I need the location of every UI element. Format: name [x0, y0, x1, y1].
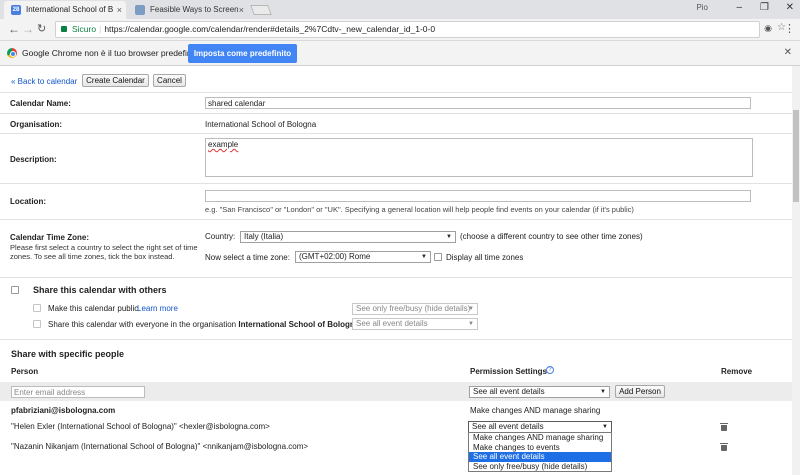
person-owner: pfabriziani@isbologna.com — [11, 406, 116, 415]
time-zone-label: Calendar Time Zone: — [10, 233, 89, 242]
eye-icon[interactable]: ◉ — [764, 23, 772, 34]
permission-owner: Make changes AND manage sharing — [470, 406, 601, 415]
forward-arrow-icon[interactable]: → — [22, 22, 34, 36]
tab-calendar[interactable]: 28 International School of B × — [4, 1, 126, 19]
time-zone-select-label: Now select a time zone: — [205, 253, 290, 262]
maximize-icon[interactable]: ❐ — [760, 2, 769, 13]
divider — [0, 183, 792, 184]
divider — [0, 219, 792, 220]
url-text: https://calendar.google.com/calendar/ren… — [104, 24, 436, 34]
share-org-label: Share this calendar with everyone in the… — [48, 320, 360, 329]
dropdown-arrow-icon: ▼ — [421, 254, 427, 260]
description-label: Description: — [10, 155, 57, 164]
share-calendar-checkbox[interactable] — [11, 286, 19, 294]
option-free-busy[interactable]: See only free/busy (hide details) — [469, 462, 611, 472]
learn-more-link[interactable]: Learn more — [137, 304, 178, 313]
country-label: Country: — [205, 232, 236, 241]
col-person: Person — [11, 367, 39, 376]
calendar-details-page: « Back to calendar Create Calendar Cance… — [0, 66, 792, 475]
default-browser-infobar: Google Chrome non è il tuo browser prede… — [0, 41, 800, 66]
divider — [0, 113, 792, 114]
add-person-row: Enter email address See all event detail… — [0, 382, 792, 401]
dropdown-arrow-icon: ▼ — [468, 306, 474, 312]
chrome-icon — [7, 48, 17, 58]
secure-label: Sicuro — [72, 24, 97, 34]
org-name: International School of Bologna — [238, 320, 360, 329]
reload-icon[interactable]: ↻ — [37, 22, 46, 35]
organisation-value: International School of Bologna — [205, 120, 317, 129]
country-hint: (choose a different country to see other… — [460, 232, 643, 241]
organisation-label: Organisation: — [10, 120, 63, 129]
lock-icon — [61, 26, 67, 32]
address-bar-row: ← → ↻ Sicuro | https://calendar.google.com… — [0, 19, 800, 41]
time-zone-select[interactable]: (GMT+02:00) Rome ▼ — [295, 251, 431, 263]
tab-strip: 28 International School of B × Feasible … — [0, 0, 800, 19]
option-make-changes[interactable]: Make changes to events — [469, 443, 611, 453]
minimize-icon[interactable]: – — [736, 2, 742, 13]
menu-dots-icon[interactable]: ⋮ — [784, 22, 795, 35]
location-label: Location: — [10, 197, 46, 206]
calendar-name-label: Calendar Name: — [10, 99, 71, 108]
display-all-time-zones-label: Display all time zones — [446, 253, 524, 262]
add-permission-select[interactable]: See all event details ▼ — [469, 386, 610, 398]
cancel-button[interactable]: Cancel — [153, 74, 186, 87]
dropdown-arrow-icon: ▼ — [468, 321, 474, 327]
col-remove: Remove — [721, 367, 753, 376]
close-infobar-icon[interactable]: ✕ — [784, 47, 792, 58]
share-org-checkbox[interactable] — [33, 320, 41, 328]
create-calendar-button[interactable]: Create Calendar — [82, 74, 149, 87]
email-input[interactable]: Enter email address — [11, 386, 145, 398]
close-tab-icon[interactable]: × — [239, 1, 244, 19]
divider — [0, 92, 792, 93]
option-manage-sharing[interactable]: Make changes AND manage sharing — [469, 433, 611, 443]
close-window-icon[interactable]: ✕ — [786, 2, 794, 13]
tab-title: Feasible Ways to Screen — [150, 5, 239, 14]
page-scrollbar[interactable] — [792, 66, 800, 475]
person-helen: "Helen Exler (International School of Bo… — [11, 422, 270, 431]
option-see-all-details[interactable]: See all event details — [469, 452, 611, 462]
close-tab-icon[interactable]: × — [117, 1, 122, 19]
trash-icon[interactable] — [720, 443, 728, 451]
description-text: example — [208, 140, 239, 149]
trash-icon[interactable] — [720, 423, 728, 431]
make-public-checkbox[interactable] — [33, 304, 41, 312]
description-textarea[interactable]: example — [205, 138, 753, 177]
dropdown-arrow-icon: ▼ — [600, 389, 606, 395]
back-to-calendar-link[interactable]: « Back to calendar — [11, 77, 77, 86]
dropdown-arrow-icon: ▼ — [446, 234, 452, 240]
divider — [0, 339, 792, 340]
tab-title: International School of B — [26, 5, 114, 14]
tab-feasible-ways[interactable]: Feasible Ways to Screen × — [128, 1, 248, 19]
time-zone-description: Please first select a country to select … — [10, 243, 198, 261]
help-icon[interactable]: ? — [546, 366, 554, 374]
profile-name[interactable]: Pio — [696, 3, 708, 12]
public-permission-select[interactable]: See only free/busy (hide details) ▼ — [352, 303, 478, 315]
divider — [0, 277, 792, 278]
divider — [0, 133, 792, 134]
dropdown-arrow-icon: ▼ — [602, 424, 608, 430]
share-calendar-title: Share this calendar with others — [33, 285, 167, 295]
back-arrow-icon[interactable]: ← — [8, 22, 20, 36]
location-input[interactable] — [205, 190, 751, 202]
make-public-label: Make this calendar public — [48, 304, 139, 313]
country-select[interactable]: Italy (Italia) ▼ — [240, 231, 456, 243]
calendar-name-input[interactable]: shared calendar — [205, 97, 751, 109]
scrollbar-thumb[interactable] — [793, 110, 799, 202]
org-permission-select[interactable]: See all event details ▼ — [352, 318, 478, 330]
set-default-button[interactable]: Imposta come predefinito — [188, 44, 297, 63]
display-all-time-zones-checkbox[interactable] — [434, 253, 442, 261]
location-hint: e.g. "San Francisco" or "London" or "UK"… — [205, 205, 634, 214]
permission-dropdown-list: Make changes AND manage sharing Make cha… — [468, 432, 612, 472]
omnibox[interactable]: Sicuro | https://calendar.google.com/calen… — [55, 21, 760, 38]
person-nazanin: "Nazanin Nikanjam (International School … — [11, 442, 309, 451]
calendar-28-icon: 28 — [11, 5, 21, 15]
infobar-message: Google Chrome non è il tuo browser prede… — [22, 48, 203, 58]
add-person-button[interactable]: Add Person — [615, 385, 665, 398]
page-icon — [135, 5, 145, 15]
people-table-header: Person Permission Settings ? Remove — [0, 363, 792, 379]
col-permission: Permission Settings — [470, 367, 547, 376]
share-specific-title: Share with specific people — [11, 349, 125, 359]
new-tab-button[interactable] — [250, 5, 272, 15]
